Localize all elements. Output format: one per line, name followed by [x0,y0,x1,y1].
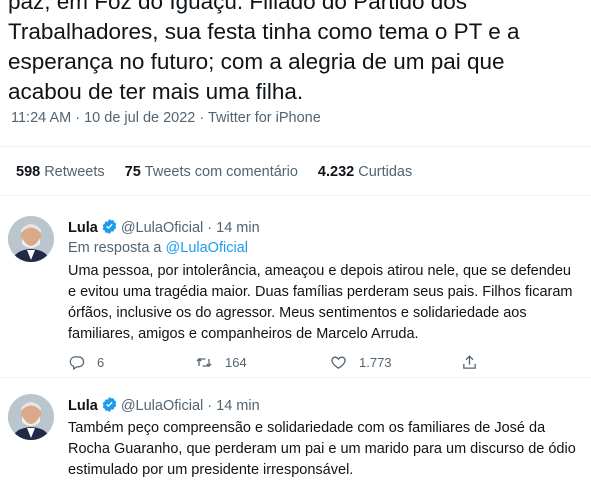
tweet-text-line: Trabalhadores, sua festa tinha como tema… [8,19,520,44]
tweet-time[interactable]: 11:24 AM [11,110,71,126]
likes-count: 4.232 [317,164,355,180]
reply-button[interactable]: 6 [68,354,104,371]
comment-icon [69,356,85,371]
retweets-label: Retweets [44,164,105,180]
share-icon [463,355,476,369]
retweet-button[interactable]: 164 [195,354,247,371]
divider [0,146,591,147]
tweet-text-line: acabou de ter mais uma filha. [8,79,304,104]
dot: · [207,220,213,236]
reply-text: Uma pessoa, por intolerância, ameaçou e … [68,263,573,342]
reply-context: Em resposta a @LulaOficial [68,240,248,256]
tweet-text-line: esperança no futuro; com a alegria de um… [8,49,505,74]
replies-count: 6 [97,355,105,370]
retweets-count: 598 [16,164,41,180]
tweet-text-line: paz, em Foz do Iguaçu. Filiado do Partid… [8,0,468,14]
reply-prefix: Em resposta a [68,240,162,256]
like-button[interactable]: 1.773 [330,354,392,371]
likes-label: Curtidas [358,164,413,180]
share-button[interactable] [461,354,490,371]
likes-stat[interactable]: 4.232 Curtidas [318,164,412,180]
author-name[interactable]: Lula [68,220,98,236]
tweet-stats: 598 Retweets 75 Tweets com comentário 4.23… [16,164,432,180]
avatar[interactable] [8,394,54,440]
separator: · [195,110,208,126]
reply-header: Lula @LulaOficial · 14 min [68,396,260,414]
retweets-count: 164 [225,355,247,370]
author-handle[interactable]: @LulaOficial [121,220,203,236]
heart-icon [331,356,346,369]
avatar[interactable] [8,216,54,262]
tweet-date[interactable]: 10 de jul de 2022 [84,110,195,126]
reply-to-link[interactable]: @LulaOficial [166,240,248,256]
reply-time[interactable]: 14 min [216,398,260,414]
retweets-stat[interactable]: 598 Retweets [16,164,105,180]
verified-badge-icon [102,219,117,234]
reply-header: Lula @LulaOficial · 14 min [68,218,260,236]
reply-time[interactable]: 14 min [216,220,260,236]
dot: · [207,398,213,414]
separator: · [71,110,85,126]
reply-tweet[interactable]: Lula @LulaOficial · 14 min Também peço co… [0,378,591,480]
tweet-source[interactable]: Twitter for iPhone [208,110,321,126]
tweet-text: paz, em Foz do Iguaçu. Filiado do Partid… [8,0,583,107]
retweet-icon [196,358,212,367]
quotes-label: Tweets com comentário [144,164,298,180]
author-handle[interactable]: @LulaOficial [121,398,203,414]
author-name[interactable]: Lula [68,398,98,414]
quotes-count: 75 [124,164,141,180]
tweet-meta: 11:24 AM · 10 de jul de 2022 · Twitter f… [11,110,321,126]
reply-tweet[interactable]: Lula @LulaOficial · 14 min Em resposta a … [0,196,591,382]
likes-count: 1.773 [359,355,392,370]
quotes-stat[interactable]: 75 Tweets com comentário [125,164,298,180]
reply-text: Também peço compreensão e solidariedade … [68,420,576,478]
verified-badge-icon [102,397,117,412]
